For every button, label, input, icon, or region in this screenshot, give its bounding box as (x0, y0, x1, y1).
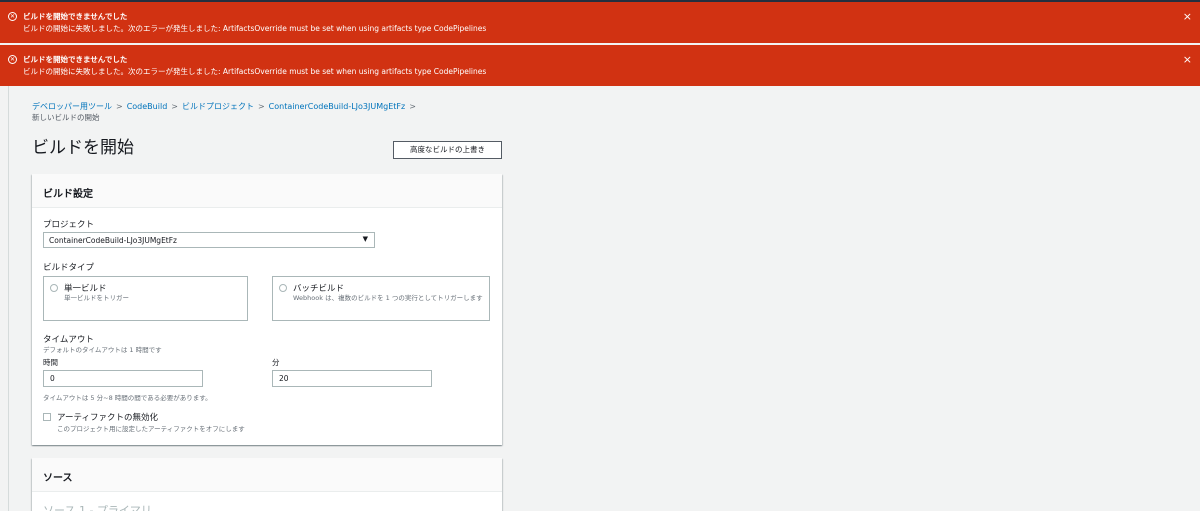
source-panel: ソース ソース 1 - プライマリ (32, 458, 502, 511)
disable-artifacts-checkbox[interactable] (43, 413, 51, 421)
source-primary-label: ソース 1 - プライマリ (43, 504, 152, 511)
project-select-value: ContainerCodeBuild-LJo3JUMgEtFz (49, 236, 177, 245)
hours-input[interactable]: 0 (43, 370, 203, 387)
chevron-right-icon: > (116, 102, 123, 111)
hours-label: 時間 (43, 358, 58, 367)
single-build-radio[interactable] (50, 284, 58, 292)
timeout-desc: デフォルトのタイムアウトは 1 時間です (43, 346, 162, 354)
build-settings-panel: ビルド設定 プロジェクト ContainerCodeBuild-LJo3JUMg… (32, 174, 502, 445)
disable-artifacts-label: アーティファクトの無効化 (57, 413, 158, 423)
minutes-label: 分 (272, 358, 280, 367)
chevron-right-icon: > (171, 102, 178, 111)
advanced-override-button[interactable]: 高度なビルドの上書き (393, 141, 502, 159)
flash-title: ビルドを開始できませんでした (23, 55, 128, 64)
flash-title: ビルドを開始できませんでした (23, 12, 128, 21)
disable-artifacts-desc: このプロジェクト用に設定したアーティファクトをオフにします (57, 425, 245, 433)
flash-message: ビルドの開始に失敗しました。次のエラーが発生しました: ArtifactsOve… (23, 24, 487, 33)
breadcrumb: デベロッパー用ツール > CodeBuild > ビルドプロジェクト > Container… (32, 101, 420, 112)
error-flash-1: ✕ ビルドを開始できませんでした ビルドの開始に失敗しました。次のエラーが発生し… (0, 2, 1200, 43)
error-icon: ✕ (8, 12, 17, 21)
single-build-tile[interactable]: 単一ビルド 単一ビルドをトリガー (43, 276, 248, 321)
panel-header: ソース (32, 458, 502, 492)
breadcrumb-project[interactable]: ContainerCodeBuild-LJo3JUMgEtFz (269, 102, 406, 111)
page-title: ビルドを開始 (32, 138, 134, 158)
batch-build-radio[interactable] (279, 284, 287, 292)
side-nav-divider (8, 86, 9, 511)
project-select[interactable]: ContainerCodeBuild-LJo3JUMgEtFz ▼ (43, 232, 375, 248)
error-icon: ✕ (8, 55, 17, 64)
error-flash-2: ✕ ビルドを開始できませんでした ビルドの開始に失敗しました。次のエラーが発生し… (0, 45, 1200, 86)
chevron-right-icon: > (409, 102, 416, 111)
project-label: プロジェクト (43, 220, 95, 230)
caret-down-icon: ▼ (362, 235, 368, 243)
breadcrumb-build-projects[interactable]: ビルドプロジェクト (182, 102, 254, 111)
close-icon[interactable]: × (1183, 10, 1192, 23)
build-type-label: ビルドタイプ (43, 263, 95, 273)
timeout-hint: タイムアウトは 5 分~8 時間の間である必要があります。 (43, 394, 212, 402)
batch-build-tile[interactable]: バッチビルド Webhook は、複数のビルドを 1 つの実行としてトリガーしま… (272, 276, 490, 321)
batch-build-desc: Webhook は、複数のビルドを 1 つの実行としてトリガーします (293, 294, 483, 302)
batch-build-name: バッチビルド (293, 284, 345, 294)
breadcrumb-developer-tools[interactable]: デベロッパー用ツール (32, 102, 112, 111)
breadcrumb-codebuild[interactable]: CodeBuild (127, 102, 168, 111)
panel-header: ビルド設定 (32, 174, 502, 208)
minutes-input[interactable]: 20 (272, 370, 432, 387)
single-build-desc: 単一ビルドをトリガー (64, 294, 129, 302)
chevron-right-icon: > (257, 102, 265, 111)
flash-message: ビルドの開始に失敗しました。次のエラーが発生しました: ArtifactsOve… (23, 67, 487, 76)
close-icon[interactable]: × (1183, 53, 1192, 66)
single-build-name: 単一ビルド (64, 284, 107, 294)
breadcrumb-current: 新しいビルドの開始 (32, 113, 100, 122)
